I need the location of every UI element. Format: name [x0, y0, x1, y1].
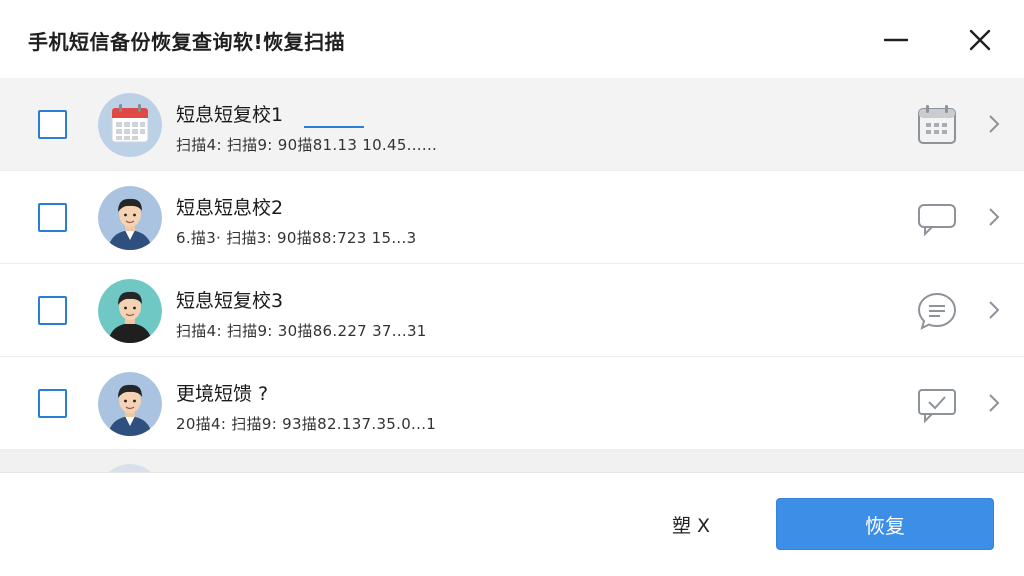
calendar-icon — [914, 102, 960, 148]
row-checkbox[interactable] — [38, 389, 67, 418]
row-checkbox[interactable] — [38, 203, 67, 232]
chevron-right-icon[interactable] — [984, 391, 1004, 415]
avatar — [98, 464, 162, 472]
list-item[interactable]: 更境短馈 ? 20描4: 扫描9: 93描82.137.35.0...1 — [0, 357, 1024, 450]
message-title: 更境短馈 ? — [176, 383, 269, 405]
dialog-footer: 塑 X 恢复 — [0, 472, 1024, 576]
avatar — [98, 186, 162, 250]
message-circle-icon — [914, 288, 960, 334]
cancel-button[interactable]: 塑 X — [672, 511, 710, 538]
close-icon — [969, 29, 991, 51]
minimize-icon — [883, 38, 909, 42]
message-meta: 扫描4: 扫描9: 30描86.227 37...31 — [176, 322, 427, 340]
title-underline — [304, 126, 364, 128]
avatar — [98, 279, 162, 343]
chevron-right-icon[interactable] — [984, 298, 1004, 322]
minimize-button[interactable] — [876, 20, 916, 60]
window-title: 手机短信备份恢复查询软!恢复扫描 — [28, 30, 346, 54]
message-check-icon — [914, 381, 960, 427]
row-checkbox[interactable] — [38, 296, 67, 325]
list-item-partial — [0, 450, 1024, 472]
list-item[interactable]: 短息短息校2 6.描3· 扫描3: 90描88:723 15...3 — [0, 171, 1024, 264]
message-title: 短息短息校2 — [176, 197, 284, 219]
man-avatar-icon — [98, 372, 162, 436]
message-meta: 扫描4: 扫描9: 90描81.13 10.45...... — [176, 136, 438, 154]
restore-button[interactable]: 恢复 — [776, 498, 994, 550]
chevron-right-icon[interactable] — [984, 112, 1004, 136]
message-meta: 20描4: 扫描9: 93描82.137.35.0...1 — [176, 415, 437, 433]
list-item[interactable]: 短息短复校1 扫描4: 扫描9: 90描81.13 10.45...... — [0, 78, 1024, 171]
message-list: 短息短复校1 扫描4: 扫描9: 90描81.13 10.45...... 短息… — [0, 78, 1024, 472]
message-title: 短息短复校1 — [176, 104, 284, 126]
message-title: 短息短复校3 — [176, 290, 284, 312]
man-avatar-icon — [98, 279, 162, 343]
avatar — [98, 93, 162, 157]
restore-scan-dialog: 手机短信备份恢复查询软!恢复扫描 短息短复校1 扫描4: 扫描9: 90描81.… — [0, 0, 1024, 576]
avatar — [98, 372, 162, 436]
message-meta: 6.描3· 扫描3: 90描88:723 15...3 — [176, 229, 417, 247]
list-item[interactable]: 短息短复校3 扫描4: 扫描9: 30描86.227 37...31 — [0, 264, 1024, 357]
chevron-right-icon[interactable] — [984, 205, 1004, 229]
chat-bubble-icon — [914, 195, 960, 241]
title-bar: 手机短信备份恢复查询软!恢复扫描 — [0, 0, 1024, 78]
man-avatar-icon — [98, 186, 162, 250]
row-checkbox[interactable] — [38, 110, 67, 139]
close-button[interactable] — [960, 20, 1000, 60]
calendar-avatar-icon — [98, 93, 162, 157]
